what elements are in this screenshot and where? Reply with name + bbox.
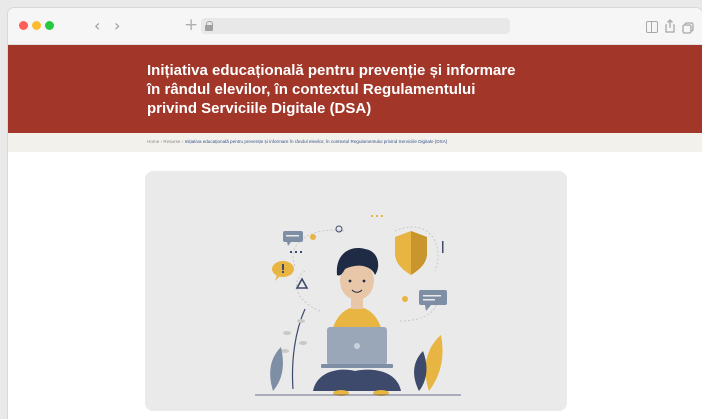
page-title: Inițiativa educațională pentru prevenție… [147, 62, 516, 117]
browser-toolbar: ‹ › + [8, 8, 702, 45]
shield-icon [395, 231, 427, 275]
page-header: Inițiativa educațională pentru prevenție… [8, 45, 702, 133]
browser-window: ‹ › + Inițiativa educațională pentru pre… [8, 8, 702, 419]
message-bubble-icon [419, 290, 447, 311]
breadcrumb: Home › Resurse › Inițiativa educațională… [8, 133, 702, 152]
zoom-window-button[interactable] [45, 21, 54, 30]
chat-bubble-icon [283, 231, 303, 246]
breadcrumb-resources-link[interactable]: Resurse [163, 139, 180, 144]
person-figure [313, 248, 401, 396]
plant-left [270, 308, 307, 391]
breadcrumb-separator: › [160, 139, 163, 144]
address-bar[interactable] [201, 18, 510, 34]
featured-image-card [145, 171, 567, 411]
breadcrumb-home-link[interactable]: Home [147, 139, 159, 144]
forward-button[interactable]: › [114, 17, 120, 35]
minimize-window-button[interactable] [32, 21, 41, 30]
new-tab-button[interactable]: + [184, 16, 198, 34]
breadcrumb-separator: › [181, 139, 184, 144]
plant-right [414, 335, 443, 391]
tabs-icon[interactable] [682, 19, 694, 34]
person-with-laptop-illustration [255, 215, 461, 396]
sidebar-icon[interactable] [646, 21, 658, 33]
share-icon[interactable] [664, 18, 676, 33]
back-button[interactable]: ‹ [94, 17, 100, 35]
breadcrumb-current: Inițiativa educațională pentru prevenție… [184, 139, 448, 144]
warning-bubble-icon [272, 261, 294, 281]
close-window-button[interactable] [19, 21, 28, 30]
